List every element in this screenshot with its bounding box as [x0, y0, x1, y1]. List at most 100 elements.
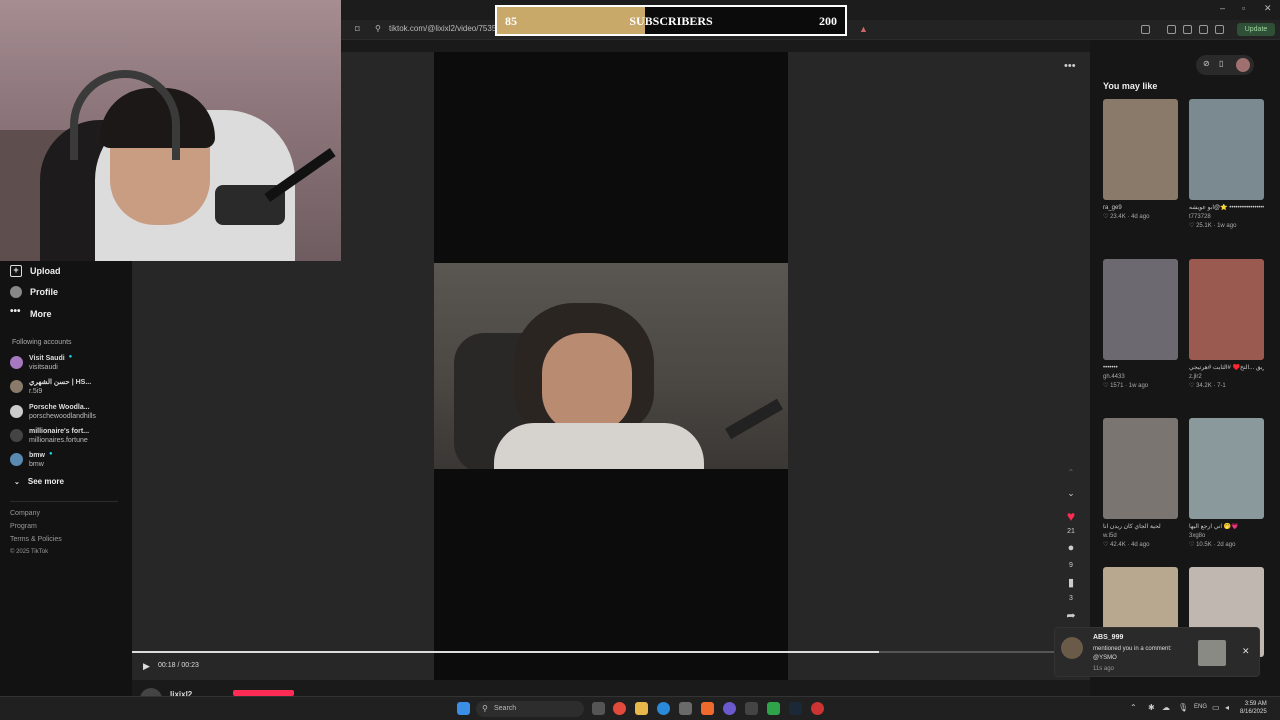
account-item[interactable]: حسن الشهري | HS... r.5i9 — [10, 378, 91, 396]
bookmark-icon[interactable]: ▮ — [1063, 576, 1079, 589]
mention-notification[interactable]: ABS_999 mentioned you in a comment: @YSM… — [1054, 627, 1260, 677]
recommended-video-card[interactable]: ra_ge9 ♡ 23.4K · 4d ago — [1103, 99, 1178, 222]
video-caption: ابو عويشه@⭐ •••••••••••••••••••• — [1189, 205, 1264, 211]
extension-icon[interactable] — [1141, 25, 1150, 34]
video-stats: ♡ 25.1K · 1w ago — [1189, 223, 1237, 229]
brave-icon[interactable] — [701, 702, 714, 715]
like-count: 21 — [1067, 528, 1075, 535]
file-explorer-icon[interactable] — [635, 702, 648, 715]
video-thumbnail — [1103, 259, 1178, 360]
chevron-up-icon[interactable]: ⌃ — [1063, 468, 1079, 477]
volume-icon[interactable]: ◂ — [1225, 703, 1229, 712]
nav-profile[interactable]: Profile — [10, 286, 58, 298]
video-stats: ♡ 42.4K · 4d ago — [1103, 542, 1150, 548]
store-icon[interactable] — [679, 702, 692, 715]
progress-bar[interactable] — [132, 651, 1090, 653]
play-icon[interactable]: ▶ — [143, 661, 150, 672]
site-settings-icon[interactable]: ⚲ — [375, 24, 381, 33]
brave-shield-icon[interactable]: ▲ — [859, 24, 868, 34]
video-stats: ♡ 1571 · 1w ago — [1103, 383, 1149, 389]
heart-outline-icon: ♡ — [1189, 542, 1195, 548]
following-accounts-title: Following accounts — [12, 339, 72, 346]
nav-more-label: More — [30, 309, 52, 319]
avatar — [1061, 637, 1083, 659]
avatar[interactable] — [1236, 58, 1250, 72]
chrome-icon[interactable] — [613, 702, 626, 715]
steam-icon[interactable] — [789, 702, 802, 715]
taskbar-clock[interactable]: 3:59 AM 8/16/2025 — [1240, 700, 1267, 716]
verified-icon: ● — [68, 354, 73, 360]
obs-icon[interactable] — [745, 702, 758, 715]
top-tools: ⊘ ▯ — [1196, 55, 1254, 75]
avatar-icon — [10, 286, 22, 298]
nav-more[interactable]: ••• More — [10, 307, 52, 320]
account-item[interactable]: bmw bmw ● — [10, 451, 53, 469]
account-item[interactable]: Visit Saudi visitsaudi ● — [10, 354, 72, 372]
see-more-link[interactable]: ⌄ See more — [14, 477, 64, 486]
close-icon[interactable]: ✕ — [1242, 646, 1250, 657]
video-frame[interactable] — [434, 52, 788, 680]
nav-profile-label: Profile — [30, 287, 59, 297]
recommended-video-card[interactable]: ابو عويشه@⭐ •••••••••••••••••••• t773728 ♡… — [1189, 99, 1264, 231]
excel-icon[interactable] — [767, 702, 780, 715]
cloud-icon[interactable]: ☁ — [1162, 703, 1170, 712]
more-options-icon[interactable]: ••• — [1064, 60, 1076, 72]
recommended-video-card[interactable]: اني ارجع اليها 🤭💗 3xg8o ♡ 10.5K · 2d ago — [1189, 418, 1264, 550]
avatar — [10, 356, 23, 369]
task-view-icon[interactable] — [592, 702, 605, 715]
video-caption: اني ارجع اليها 🤭💗 — [1189, 524, 1239, 530]
chevron-down-icon[interactable]: ⌄ — [1063, 488, 1079, 499]
footer-company[interactable]: Company — [10, 510, 40, 517]
music-icon[interactable] — [1167, 25, 1176, 34]
heart-outline-icon: ♡ — [1189, 383, 1195, 389]
save-count: 3 — [1069, 595, 1073, 602]
video-content — [434, 263, 788, 469]
start-icon[interactable] — [457, 702, 470, 715]
url-field[interactable]: tiktok.com/@lixixl2/video/7535253 — [389, 24, 510, 33]
sidebar-icon[interactable] — [1183, 25, 1192, 34]
edge-icon[interactable] — [657, 702, 670, 715]
rail-title: You may like — [1103, 81, 1158, 91]
notification-text: mentioned you in a comment: @YSMO — [1093, 646, 1172, 661]
app-icon[interactable] — [811, 702, 824, 715]
bookmark-icon[interactable]: ⌑ — [355, 24, 360, 35]
nav-upload[interactable]: + Upload — [10, 265, 61, 277]
recommended-video-card[interactable]: لا سدني ولا رفيق ولا طريق ...التخ♥️ #الث… — [1189, 259, 1264, 391]
bluetooth-icon[interactable]: ✱ — [1148, 703, 1155, 712]
taskbar-search[interactable]: ⚲ Search — [476, 701, 584, 717]
video-caption: ra_ge9 — [1103, 205, 1122, 211]
avatar — [10, 380, 23, 393]
comment-icon[interactable]: ● — [1063, 542, 1079, 554]
creator-handle: z.jlr2 — [1189, 374, 1202, 380]
subscriber-label: SUBSCRIBERS — [629, 14, 713, 28]
share-icon[interactable]: ➦ — [1063, 609, 1079, 622]
account-item[interactable]: millionaire's fort... millionaires.fortun… — [10, 427, 89, 445]
heart-outline-icon: ♡ — [1189, 223, 1195, 229]
update-button[interactable]: Update — [1237, 23, 1275, 36]
phone-icon[interactable]: ▯ — [1219, 59, 1223, 68]
notification-user: ABS_999 — [1093, 634, 1124, 641]
wallet-icon[interactable] — [1199, 25, 1208, 34]
network-icon[interactable]: ▭ — [1212, 703, 1220, 712]
footer-terms[interactable]: Terms & Policies — [10, 536, 62, 543]
plus-square-icon: + — [10, 265, 22, 277]
creator-handle: t773728 — [1189, 214, 1211, 220]
mic-icon[interactable]: 🎙 — [1178, 703, 1188, 712]
vpn-icon[interactable] — [1215, 25, 1224, 34]
account-item[interactable]: Porsche Woodla... porschewoodlandhills — [10, 403, 96, 421]
discord-icon[interactable] — [723, 702, 736, 715]
minimize-icon[interactable]: – — [1220, 3, 1225, 13]
recommended-video-card[interactable]: لحية الجاي كان ريدن انا w.l5d ♡ 42.4K · 4d… — [1103, 418, 1178, 550]
recommendations-rail: ⊘ ▯ You may like ra_ge9 ♡ 23.4K · 4d ago ا… — [1090, 40, 1280, 696]
footer-copyright: © 2025 TikTok — [10, 549, 49, 555]
maximize-icon[interactable]: ▫ — [1242, 3, 1245, 13]
close-window-icon[interactable]: ✕ — [1264, 3, 1272, 14]
heart-icon[interactable]: ♥ — [1063, 508, 1079, 524]
compass-icon[interactable]: ⊘ — [1203, 59, 1210, 68]
recommended-video-card[interactable]: ••••••• gh.4433 ♡ 1571 · 1w ago — [1103, 259, 1178, 391]
face-shape — [542, 333, 632, 433]
tray-chevron-icon[interactable]: ⌃ — [1130, 703, 1137, 712]
footer-program[interactable]: Program — [10, 523, 37, 530]
language-indicator[interactable]: ENG — [1194, 704, 1207, 710]
verified-icon: ● — [48, 451, 53, 457]
